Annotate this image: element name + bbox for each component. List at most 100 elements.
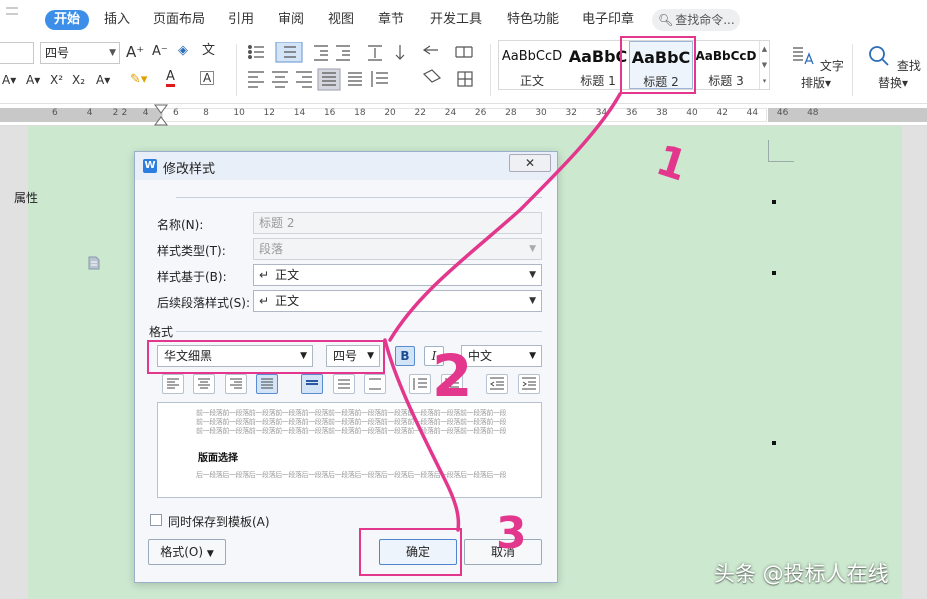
- dialog-title: 修改样式: [163, 162, 216, 177]
- horizontal-ruler[interactable]: 6 4 2 2 4 6 8 10 12 14 16 18 20 22 24 26 28 30 32 34 36 38 40 4…: [0, 104, 927, 126]
- ruler-tick-label: 6: [172, 108, 179, 118]
- tab-home[interactable]: 开始: [45, 10, 89, 30]
- menu-collapse-icon[interactable]: [0, 2, 24, 26]
- font-size-box[interactable]: 四号 ▼: [40, 42, 120, 64]
- line-spacing-single-icon: [306, 380, 318, 385]
- script-select[interactable]: 中文 ▼: [461, 345, 542, 367]
- space-before-button[interactable]: [409, 374, 431, 394]
- ruler-tick-label: 6: [52, 108, 58, 118]
- align-center-button[interactable]: [193, 374, 215, 394]
- superscript-icon[interactable]: X²: [50, 71, 63, 89]
- find-replace-button[interactable]: 查找替换▾: [862, 42, 924, 91]
- preview-next-paragraph: 后一段落后一段落后一段落后一段落后一段落后一段落后一段落后一段落后一段落后一段落…: [196, 471, 506, 479]
- bullet-list-icon: [247, 44, 264, 60]
- indent-marker-icon[interactable]: [154, 104, 168, 126]
- highlight-icon[interactable]: ✎▾: [130, 71, 147, 89]
- chevron-down-icon: ▼: [529, 244, 536, 254]
- tab-view[interactable]: 视图: [324, 10, 358, 30]
- underline-color-icon[interactable]: A▾: [26, 71, 40, 89]
- tab-special-features[interactable]: 特色功能: [503, 10, 563, 30]
- style-type-select[interactable]: 段落 ▼: [253, 238, 542, 260]
- menu-bar: 开始 插入 页面布局 引用 审阅 视图 章节 开发工具 特色功能 电子印章 🔍︎…: [0, 0, 927, 38]
- font-name-box[interactable]: [0, 42, 34, 64]
- ruler-tick-label: 38: [656, 108, 668, 118]
- document-icon[interactable]: [88, 256, 100, 270]
- tab-page-layout[interactable]: 页面布局: [150, 10, 208, 30]
- command-search[interactable]: 🔍︎ 查找命令...: [652, 9, 740, 31]
- double-spacing-button[interactable]: [364, 374, 386, 394]
- based-on-label: 样式基于(B):: [157, 270, 227, 284]
- ruler-tick-label: 4: [142, 108, 149, 118]
- cancel-button[interactable]: 取消: [464, 539, 542, 565]
- justify-button[interactable]: [256, 374, 278, 394]
- strikethrough-icon[interactable]: A▾: [2, 71, 16, 89]
- increase-indent-icon: [336, 45, 350, 61]
- ruler-tick-label: 18: [354, 108, 366, 118]
- tab-references[interactable]: 引用: [224, 10, 258, 30]
- char-border-icon[interactable]: A: [200, 71, 215, 85]
- close-button[interactable]: ✕: [509, 154, 551, 172]
- tab-developer[interactable]: 开发工具: [426, 10, 486, 30]
- ruler-tick-label: 36: [625, 108, 638, 118]
- gallery-scroll[interactable]: ▲ ▼ ▾: [759, 41, 769, 89]
- watermark: 头条 @投标人在线: [714, 562, 889, 586]
- magnifier-icon: [869, 46, 889, 66]
- one-half-spacing-button[interactable]: [333, 374, 355, 394]
- style-name-value: 标题 2: [259, 216, 295, 230]
- next-style-label: 后续段落样式(S):: [157, 296, 251, 310]
- dialog-title-bar[interactable]: W 修改样式 ✕: [135, 152, 557, 180]
- ruler-tick-label: 44: [746, 108, 759, 118]
- decrease-indent-button[interactable]: [486, 374, 508, 394]
- tab-insert[interactable]: 插入: [100, 10, 134, 30]
- subscript-icon[interactable]: X₂: [72, 71, 85, 89]
- italic-button[interactable]: I: [424, 346, 444, 366]
- properties-group-label: 属性: [14, 191, 39, 205]
- ruler-tick-label: 28: [505, 108, 517, 118]
- chevron-down-icon: ▼: [109, 48, 116, 58]
- wps-writer-icon: W: [143, 159, 157, 173]
- font-size-value: 四号: [45, 46, 70, 60]
- next-style-select[interactable]: ↵ 正文 ▼: [253, 290, 542, 312]
- align-left-button[interactable]: [162, 374, 184, 394]
- ruler-tick-label: 30: [535, 108, 547, 118]
- bold-button[interactable]: B: [395, 346, 415, 366]
- clear-format-icon[interactable]: ◈: [178, 42, 188, 60]
- ruler-tick-label: 40: [686, 108, 698, 118]
- style-normal[interactable]: AaBbCcD 正文: [499, 41, 565, 89]
- text-effect-icon[interactable]: A▾: [96, 71, 110, 89]
- align-right-icon: [296, 71, 312, 88]
- single-spacing-button[interactable]: [301, 374, 323, 394]
- font-color-icon[interactable]: A: [166, 70, 175, 87]
- shrink-font-button[interactable]: A⁻: [152, 43, 168, 61]
- save-to-template-checkbox[interactable]: [150, 514, 162, 526]
- ruler-tick-label: 46: [776, 108, 789, 118]
- paragraph-spacing-icon: [371, 71, 388, 87]
- increase-indent-button[interactable]: [518, 374, 540, 394]
- chevron-down-icon: ▼: [529, 296, 536, 306]
- name-label: 名称(N):: [157, 218, 204, 232]
- style-name-field[interactable]: 标题 2: [253, 212, 542, 234]
- paragraph-mark: [772, 200, 776, 204]
- ruler-tick-label: 42: [716, 108, 728, 118]
- highlight-ok-button: [359, 528, 462, 576]
- pinyin-button[interactable]: 文: [202, 42, 215, 60]
- ruler-tick-label: 8: [203, 108, 209, 118]
- text-layout-button[interactable]: 文字排版▾: [786, 42, 846, 91]
- grow-font-button[interactable]: A⁺: [126, 43, 144, 61]
- align-left-icon: [167, 378, 179, 389]
- align-right-button[interactable]: [225, 374, 247, 394]
- tab-chapter[interactable]: 章节: [374, 10, 408, 30]
- style-heading-3[interactable]: AaBbCcD 标题 3: [693, 41, 759, 89]
- format-menu-button[interactable]: 格式(O) ▼: [148, 539, 226, 565]
- tab-review[interactable]: 审阅: [274, 10, 308, 30]
- style-preview-pane: 前一段落前一段落前一段落前一段落前一段落前一段落前一段落前一段落前一段落前一段落…: [157, 402, 542, 498]
- group-divider: [176, 331, 542, 332]
- ruler-tick-label: 14: [293, 108, 306, 118]
- space-before-icon: [413, 378, 427, 390]
- search-icon: 🔍︎: [658, 13, 674, 27]
- based-on-select[interactable]: ↵ 正文 ▼: [253, 264, 542, 286]
- paragraph-mark: [772, 441, 776, 445]
- tab-e-seal[interactable]: 电子印章: [578, 10, 638, 30]
- return-arrow-icon: ↵: [259, 294, 270, 308]
- space-after-button[interactable]: [441, 374, 463, 394]
